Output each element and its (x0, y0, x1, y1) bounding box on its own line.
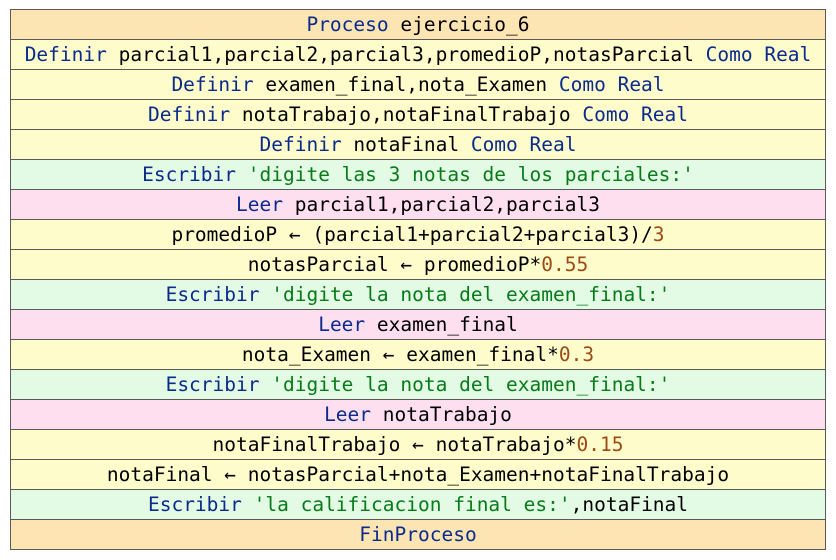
definition-block: Definir parcial1,parcial2,parcial3,prome… (10, 40, 826, 70)
identifier-token: notaTrabajo,notaFinalTrabajo (230, 103, 583, 126)
number-literal-token: 3 (652, 223, 665, 246)
assignment-block: notasParcial ← promedioP*0.55 (10, 250, 826, 280)
identifier-token: notaFinal ← notasParcial+nota_Examen+not… (106, 463, 730, 486)
keyword-token: Como Real (705, 43, 812, 66)
number-literal-token: 0.55 (541, 253, 589, 276)
identifier-token: ejercicio_6 (388, 13, 530, 36)
keyword-token: Escribir (165, 283, 260, 306)
identifier-token: parcial1,parcial2,parcial3,promedioP,not… (106, 43, 706, 66)
identifier-token: notaFinalTrabajo ← notaTrabajo* (212, 433, 577, 456)
identifier-token: ,notaFinal (570, 493, 689, 516)
keyword-token: Escribir (165, 373, 260, 396)
assignment-block: nota_Examen ← examen_final*0.3 (10, 340, 826, 370)
definition-block: Definir notaTrabajo,notaFinalTrabajo Com… (10, 100, 826, 130)
read-input-block: Leer examen_final (10, 310, 826, 340)
identifier-token: parcial1,parcial2,parcial3 (282, 193, 600, 216)
string-literal-token: 'digite la nota del examen_final:' (259, 283, 671, 306)
identifier-token: examen_final,nota_Examen (253, 73, 559, 96)
identifier-token: nota_Examen ← examen_final* (241, 343, 559, 366)
number-literal-token: 0.3 (558, 343, 595, 366)
keyword-token: Definir (171, 73, 254, 96)
string-literal-token: 'digite las 3 notas de los parciales:' (236, 163, 694, 186)
keyword-token: Como Real (558, 73, 665, 96)
definition-block: Definir examen_final,nota_Examen Como Re… (10, 70, 826, 100)
process-end-block: FinProceso (10, 520, 826, 550)
assignment-block: promedioP ← (parcial1+parcial2+parcial3)… (10, 220, 826, 250)
identifier-token: notasParcial ← promedioP* (247, 253, 542, 276)
string-literal-token: 'la calificacion final es:' (241, 493, 571, 516)
read-input-block: Leer notaTrabajo (10, 400, 826, 430)
number-literal-token: 0.15 (576, 433, 624, 456)
keyword-token: Escribir (142, 163, 237, 186)
process-header-block: Proceso ejercicio_6 (10, 10, 826, 40)
write-output-block: Escribir 'la calificacion final es:',not… (10, 490, 826, 520)
keyword-token: Leer (318, 313, 366, 336)
keyword-token: Leer (236, 193, 283, 216)
assignment-block: notaFinalTrabajo ← notaTrabajo*0.15 (10, 430, 826, 460)
write-output-block: Escribir 'digite la nota del examen_fina… (10, 280, 826, 310)
keyword-token: FinProceso (359, 523, 477, 546)
definition-block: Definir notaFinal Como Real (10, 130, 826, 160)
keyword-token: Proceso (306, 13, 389, 36)
read-input-block: Leer parcial1,parcial2,parcial3 (10, 190, 826, 220)
keyword-token: Como Real (470, 133, 577, 156)
keyword-token: Definir (259, 133, 342, 156)
pseudocode-flow-diagram: Proceso ejercicio_6 Definir parcial1,parc… (10, 9, 826, 550)
keyword-token: Escribir (147, 493, 242, 516)
identifier-token: examen_final (365, 313, 518, 336)
write-output-block: Escribir 'digite la nota del examen_fina… (10, 370, 826, 400)
identifier-token: notaTrabajo (371, 403, 512, 426)
keyword-token: Leer (324, 403, 372, 426)
keyword-token: Definir (147, 103, 231, 126)
identifier-token: notaFinal (341, 133, 471, 156)
assignment-block: notaFinal ← notasParcial+nota_Examen+not… (10, 460, 826, 490)
keyword-token: Definir (24, 43, 107, 66)
write-output-block: Escribir 'digite las 3 notas de los parc… (10, 160, 826, 190)
string-literal-token: 'digite la nota del examen_final:' (259, 373, 671, 396)
keyword-token: Como Real (582, 103, 689, 126)
identifier-token: promedioP ← (parcial1+parcial2+parcial3)… (171, 223, 653, 246)
